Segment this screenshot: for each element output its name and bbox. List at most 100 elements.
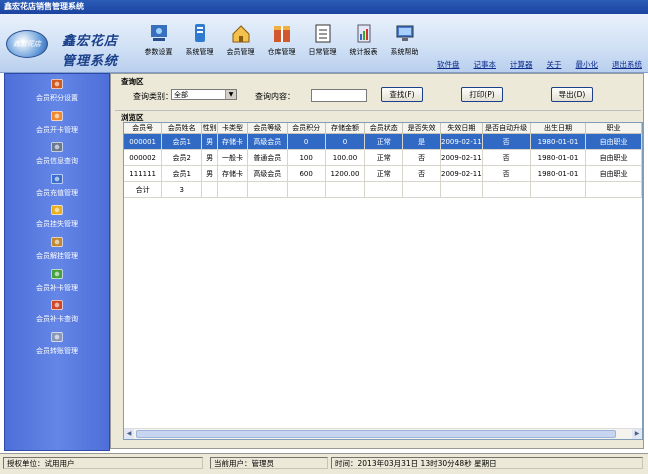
table-cell: 2009-02-11	[440, 149, 483, 166]
toolbar-button-6[interactable]: 系统帮助	[384, 20, 425, 60]
toolbar-button-label: 系统管理	[185, 48, 214, 56]
column-header[interactable]: 会员号	[124, 123, 163, 134]
toolbar-button-4[interactable]: 日常管理	[302, 20, 343, 60]
sidebar-item-1[interactable]: 会员开卡管理	[5, 106, 109, 138]
browse-panel: 浏览区 会员号 会员姓名 性别 卡类型 会员等级 会员积分 存储金额 会员状态 是否失效 失效日期…	[115, 112, 643, 446]
sidebar-item-7[interactable]: 会员补卡查询	[5, 295, 109, 327]
chevron-down-icon[interactable]: ▼	[225, 90, 236, 99]
total-count: 3	[161, 181, 203, 198]
table-row[interactable]: 000001 会员1 男存储卡 高级会员 0 0 正常是 2009-02-11 否 1980-01…	[124, 133, 642, 150]
table-cell: 否	[482, 165, 531, 182]
sidebar-item-label: 会员补卡管理	[36, 283, 78, 292]
table-cell	[440, 181, 483, 198]
column-header[interactable]: 会员积分	[287, 123, 326, 134]
column-header[interactable]: 存储金额	[325, 123, 366, 134]
sidebar-item-8[interactable]: 会员转账管理	[5, 327, 109, 359]
column-header[interactable]: 会员姓名	[161, 123, 203, 134]
column-header[interactable]: 出生日期	[530, 123, 587, 134]
sidebar-item-3[interactable]: 会员充值管理	[5, 169, 109, 201]
table-cell: 会员1	[161, 133, 203, 150]
points-settings-icon	[50, 77, 64, 91]
column-header[interactable]: 卡类型	[217, 123, 248, 134]
column-header[interactable]: 会员等级	[247, 123, 288, 134]
sidebar-item-6[interactable]: 会员补卡管理	[5, 264, 109, 296]
unlock-icon	[50, 235, 64, 249]
table-cell	[585, 181, 642, 198]
table-cell: 自由职业	[585, 133, 642, 150]
table-row[interactable]: 000002 会员2 男一般卡 普通会员 100 100.00 正常否 2009-02-11 否…	[124, 149, 642, 166]
total-label: 合计	[124, 181, 163, 198]
quick-link-2[interactable]: 计算器	[510, 59, 533, 70]
table-cell: 1980-01-01	[530, 165, 587, 182]
table-cell: 普通会员	[247, 149, 288, 166]
toolbar-button-5[interactable]: 统计报表	[343, 20, 384, 60]
sidebar-item-label: 会员信息查询	[36, 157, 78, 166]
report-loss-icon	[50, 203, 64, 217]
sidebar-item-label: 会员解挂管理	[36, 251, 78, 260]
column-header[interactable]: 会员状态	[364, 123, 404, 134]
table-cell: 111111	[124, 165, 163, 182]
column-header[interactable]: 是否自动升级	[482, 123, 531, 134]
scroll-right-icon[interactable]: ▶	[632, 429, 642, 439]
horizontal-scrollbar[interactable]: ◀ ▶	[124, 428, 642, 439]
scroll-thumb[interactable]	[136, 430, 616, 438]
sidebar-item-0[interactable]: 会员积分设置	[5, 74, 109, 106]
sidebar-item-label: 会员积分设置	[36, 94, 78, 102]
table-cell: 000001	[124, 133, 163, 150]
table-row[interactable]: 111111 会员1 男存储卡 高级会员 600 1200.00 正常否 2009-02-11…	[124, 165, 642, 182]
table-cell: 否	[402, 149, 442, 166]
quick-link-3[interactable]: 关于	[547, 59, 562, 70]
print-button[interactable]: 打印(P)	[461, 87, 503, 102]
table-cell: 1200.00	[325, 165, 366, 182]
member-grid[interactable]: 会员号 会员姓名 性别 卡类型 会员等级 会员积分 存储金额 会员状态 是否失效 失效日期 是否自动…	[123, 122, 643, 440]
quick-link-0[interactable]: 软件盘	[437, 59, 460, 70]
quick-link-5[interactable]: 退出系统	[612, 59, 642, 70]
table-cell: 自由职业	[585, 165, 642, 182]
scroll-left-icon[interactable]: ◀	[124, 429, 134, 439]
total-row: 合计 3	[124, 181, 642, 198]
table-cell: 正常	[364, 133, 404, 150]
table-cell: 会员1	[161, 165, 203, 182]
table-cell	[530, 181, 587, 198]
recharge-icon	[50, 172, 64, 186]
sidebar-item-4[interactable]: 会员挂失管理	[5, 200, 109, 232]
column-header[interactable]: 是否失效	[402, 123, 442, 134]
category-select[interactable]: 全部 ▼	[171, 89, 237, 100]
table-cell: 0	[287, 133, 326, 150]
sidebar-item-2[interactable]: 会员信息查询	[5, 137, 109, 169]
toolbar-button-2[interactable]: 会员管理	[220, 20, 261, 60]
sidebar-item-label: 会员开卡管理	[36, 125, 78, 134]
quick-link-4[interactable]: 最小化	[576, 59, 599, 70]
sidebar-item-5[interactable]: 会员解挂管理	[5, 232, 109, 264]
app-header: 鑫宏花店 鑫宏花店 管理系统 参数设置 系统管理 会员管理 仓库管理 日常管理 统计报表 系…	[0, 14, 648, 73]
toolbar-button-label: 会员管理	[226, 48, 255, 56]
toolbar-button-3[interactable]: 仓库管理	[261, 20, 302, 60]
column-header[interactable]: 性别	[201, 123, 219, 134]
column-header[interactable]: 失效日期	[440, 123, 483, 134]
toolbar-button-label: 统计报表	[349, 48, 378, 56]
toolbar-button-label: 日常管理	[308, 48, 337, 56]
content-input[interactable]	[311, 89, 367, 102]
daily-management-icon	[312, 22, 334, 44]
table-cell: 男	[201, 133, 219, 150]
table-cell	[402, 181, 442, 198]
table-cell: 1980-01-01	[530, 149, 587, 166]
main-toolbar: 参数设置 系统管理 会员管理 仓库管理 日常管理 统计报表 系统帮助	[138, 20, 425, 60]
column-header[interactable]: 职业	[585, 123, 642, 134]
toolbar-button-0[interactable]: 参数设置	[138, 20, 179, 60]
statistics-report-icon	[353, 22, 375, 44]
sidebar-item-label: 会员补卡查询	[36, 315, 78, 324]
quick-link-1[interactable]: 记事本	[474, 59, 497, 70]
table-cell: 一般卡	[217, 149, 248, 166]
table-cell: 2009-02-11	[440, 165, 483, 182]
table-cell: 100.00	[325, 149, 366, 166]
status-unit: 授权单位：试用用户	[3, 457, 203, 469]
open-card-icon	[50, 109, 64, 123]
toolbar-button-1[interactable]: 系统管理	[179, 20, 220, 60]
table-cell	[325, 181, 366, 198]
search-button[interactable]: 查找(F)	[381, 87, 423, 102]
category-label: 查询类别：	[133, 92, 173, 101]
export-button[interactable]: 导出(D)	[551, 87, 593, 102]
system-help-icon	[394, 22, 416, 44]
table-cell: 存储卡	[217, 133, 248, 150]
